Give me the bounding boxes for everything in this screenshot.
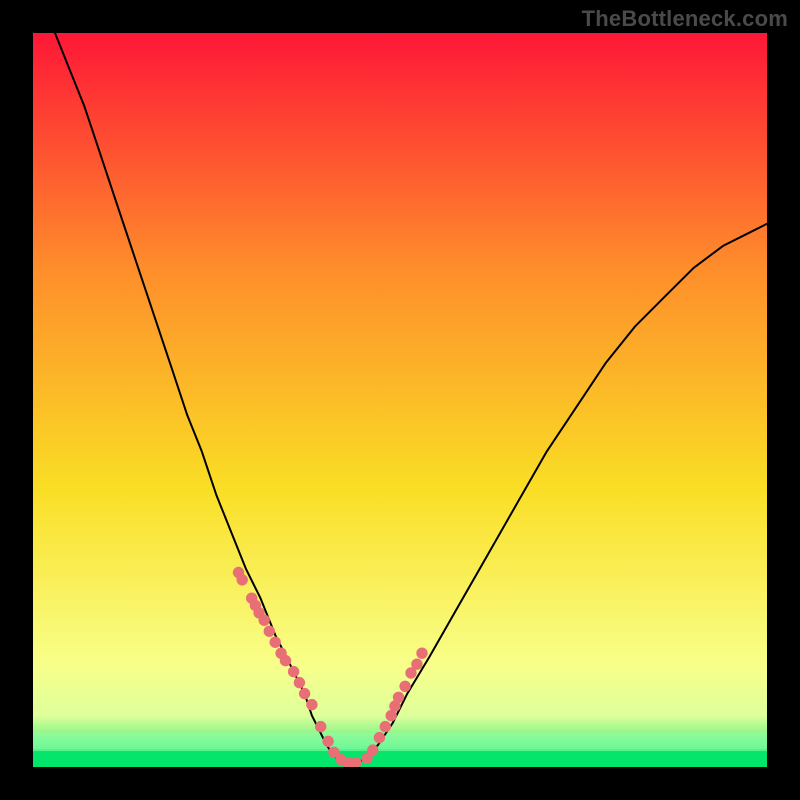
highlight-marker xyxy=(259,615,269,625)
highlight-marker xyxy=(417,648,427,658)
plot-area xyxy=(33,33,767,767)
highlight-marker xyxy=(307,699,317,709)
highlight-marker xyxy=(412,659,422,669)
highlight-marker xyxy=(380,721,390,731)
green-band xyxy=(33,749,767,767)
plot-svg xyxy=(33,33,767,767)
highlight-marker xyxy=(270,637,280,647)
highlight-marker xyxy=(386,710,396,720)
highlight-marker xyxy=(351,757,361,767)
highlight-marker xyxy=(299,688,309,698)
chart-stage: TheBottleneck.com xyxy=(0,0,800,800)
highlight-marker xyxy=(237,575,247,585)
light-green-band xyxy=(33,733,767,751)
highlight-marker xyxy=(288,666,298,676)
highlight-marker xyxy=(323,736,333,746)
gradient-background xyxy=(33,33,767,767)
highlight-marker xyxy=(393,692,403,702)
highlight-marker xyxy=(368,745,378,755)
highlight-marker xyxy=(374,732,384,742)
highlight-marker xyxy=(264,626,274,636)
highlight-marker xyxy=(316,721,326,731)
highlight-marker xyxy=(280,655,290,665)
highlight-marker xyxy=(400,681,410,691)
watermark-text: TheBottleneck.com xyxy=(582,6,788,32)
highlight-marker xyxy=(294,677,304,687)
